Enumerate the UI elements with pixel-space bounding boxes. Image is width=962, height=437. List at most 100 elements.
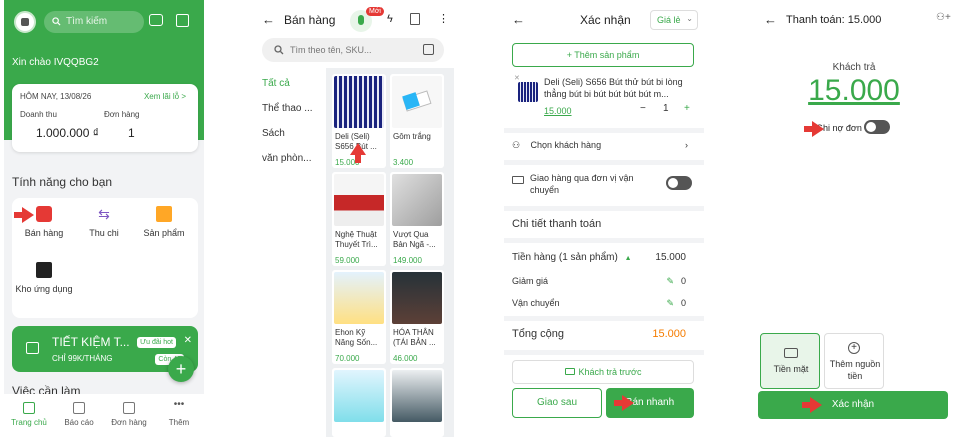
- orders-label: Đơn hàng: [104, 110, 140, 119]
- shipping-toggle[interactable]: [666, 176, 692, 190]
- box-icon: [156, 206, 172, 222]
- confirm-header: ← Xác nhận Giá lẻ ⌄: [504, 0, 704, 40]
- add-source-option[interactable]: + Thêm nguồn tiền: [824, 333, 884, 389]
- edit-icon: ✎: [666, 276, 674, 286]
- clipboard-icon: [123, 402, 135, 414]
- product-card[interactable]: Ehon Kỹ Năng Sốn... 70.000: [332, 270, 386, 364]
- see-report-link[interactable]: Xem lãi lỗ >: [144, 92, 186, 101]
- product-card[interactable]: [332, 368, 386, 437]
- scan-icon[interactable]: [423, 44, 434, 55]
- product-name: HÓA THÂN (TÁI BẢN ...: [393, 328, 436, 347]
- card-icon: [564, 368, 575, 375]
- quantity-value: 1: [663, 103, 669, 114]
- debt-toggle[interactable]: [864, 120, 890, 134]
- discount-label: Giảm giá: [512, 276, 549, 286]
- back-arrow-icon[interactable]: ←: [262, 12, 275, 27]
- product-grid: Deli (Seli) S656 Bút ... 15.000 Gôm trắn…: [326, 68, 454, 437]
- flash-icon[interactable]: ϟ: [387, 13, 393, 25]
- quantity-stepper[interactable]: − 1 +: [636, 102, 694, 118]
- search-input[interactable]: Tìm kiếm: [44, 11, 144, 33]
- cash-option[interactable]: Tiền mặt: [760, 333, 820, 389]
- pointer-arrow: [802, 397, 822, 413]
- product-price: 59.000: [335, 256, 360, 265]
- confirm-button[interactable]: Xác nhận: [758, 391, 948, 419]
- chevron-down-icon: ⌄: [686, 14, 693, 23]
- new-badge: Mới: [366, 7, 384, 16]
- nav-home[interactable]: Trang chủ: [4, 402, 54, 427]
- truck-icon: [512, 176, 524, 184]
- store-avatar[interactable]: [14, 11, 36, 33]
- more-vertical-icon[interactable]: ⋮: [438, 12, 449, 25]
- chat-icon[interactable]: [149, 14, 163, 26]
- today-summary-card: HÔM NAY, 13/08/26 Xem lãi lỗ > Doanh thu…: [12, 84, 198, 152]
- nav-more[interactable]: ••• Thêm: [154, 400, 204, 428]
- bottom-nav: Trang chủ Báo cáo Đơn hàng ••• Thêm: [4, 394, 204, 437]
- close-icon[interactable]: ✕: [184, 335, 192, 346]
- product-card[interactable]: HÓA THÂN (TÁI BẢN ... 46.000: [390, 270, 444, 364]
- chevron-up-icon: ▲: [624, 255, 632, 262]
- product-name: Nghệ Thuật Thuyết Trì...: [335, 230, 378, 249]
- category-list: Tất cả Thể thao ... Sách văn phòn...: [254, 70, 324, 437]
- clipboard-icon[interactable]: [410, 13, 420, 25]
- category-item[interactable]: văn phòn...: [262, 153, 311, 164]
- add-user-icon: ⚇: [512, 140, 521, 150]
- total-label: Tổng cộng: [512, 328, 564, 340]
- product-image: [334, 174, 384, 226]
- total-value: 15.000: [652, 328, 686, 340]
- category-item[interactable]: Sách: [262, 128, 285, 139]
- nav-label: Báo cáo: [64, 418, 94, 427]
- deliver-later-button[interactable]: Giao sau: [512, 388, 602, 418]
- feature-app-store[interactable]: Kho ứng dụng: [14, 262, 74, 294]
- add-user-icon[interactable]: ⚇+: [936, 12, 951, 23]
- store-icon: [36, 206, 52, 222]
- add-source-label: Thêm nguồn tiền: [829, 359, 881, 381]
- feature-cashbook[interactable]: ⇆ Thu chi: [74, 206, 134, 238]
- product-card[interactable]: [390, 368, 444, 437]
- price-type-select[interactable]: Giá lẻ ⌄: [650, 10, 698, 30]
- back-arrow-icon[interactable]: ←: [764, 12, 777, 27]
- amount-input[interactable]: 15.000: [754, 74, 954, 108]
- pointer-arrow: [804, 121, 824, 137]
- product-name: Ehon Kỹ Năng Sốn...: [335, 328, 378, 347]
- mic-icon: [358, 15, 364, 25]
- product-image: [334, 76, 384, 128]
- scan-icon[interactable]: [176, 14, 189, 27]
- discount-row[interactable]: Giảm giá ✎ 0: [512, 276, 694, 286]
- cart-item-name: Deli (Seli) S656 Bút thử bút bi lòng thẳ…: [544, 77, 683, 99]
- product-card[interactable]: Vượt Qua Bản Ngã -... 149.000: [390, 172, 444, 266]
- add-product-button[interactable]: + Thêm sản phẩm: [512, 43, 694, 67]
- shipping-fee-row[interactable]: Vận chuyển ✎ 0: [512, 298, 694, 308]
- product-card[interactable]: Nghệ Thuật Thuyết Trì... 59.000: [332, 172, 386, 266]
- orders-value: 1: [128, 126, 135, 140]
- features-grid: Bán hàng ⇆ Thu chi Sản phẩm Kho ứng dụng: [12, 198, 198, 318]
- nav-orders[interactable]: Đơn hàng: [104, 402, 154, 427]
- minus-icon[interactable]: −: [640, 103, 646, 114]
- remove-icon[interactable]: ✕: [514, 74, 520, 82]
- subtotal-row[interactable]: Tiền hàng (1 sản phẩm) ▲ 15.000: [512, 252, 694, 263]
- customer-pays-label: Khách trả: [832, 62, 876, 73]
- page-title: Bán hàng: [284, 13, 336, 27]
- nav-label: Thêm: [168, 418, 190, 427]
- apps-icon: [36, 262, 52, 278]
- add-fab-button[interactable]: +: [168, 356, 194, 382]
- feature-label: Bán hàng: [24, 228, 64, 238]
- category-item[interactable]: Thể thao ...: [262, 103, 313, 114]
- back-arrow-icon[interactable]: ←: [512, 12, 525, 27]
- cart-item: ✕ Deli (Seli) S656 Bút thử bút bi lòng t…: [512, 74, 694, 124]
- feature-label: Sản phẩm: [143, 228, 185, 238]
- nav-reports[interactable]: Báo cáo: [54, 402, 104, 427]
- choose-customer-row[interactable]: ⚇ Chọn khách hàng ›: [512, 140, 694, 151]
- product-image: [392, 272, 442, 324]
- product-image: [392, 370, 442, 422]
- product-name: Gôm trắng: [393, 132, 431, 141]
- promo-subtitle: CHỈ 99K/THÁNG: [52, 354, 113, 363]
- product-search-input[interactable]: Tìm theo tên, SKU...: [262, 38, 444, 62]
- plus-icon[interactable]: +: [684, 103, 690, 114]
- feature-products[interactable]: Sản phẩm: [134, 206, 194, 238]
- category-item[interactable]: Tất cả: [262, 78, 290, 89]
- prepay-button[interactable]: Khách trả trước: [512, 360, 694, 384]
- product-card[interactable]: Gôm trắng 3.400: [390, 74, 444, 168]
- promo-title: TIẾT KIỆM T...: [52, 335, 130, 349]
- divider: [504, 238, 704, 243]
- price-type-value: Giá lẻ: [657, 15, 681, 25]
